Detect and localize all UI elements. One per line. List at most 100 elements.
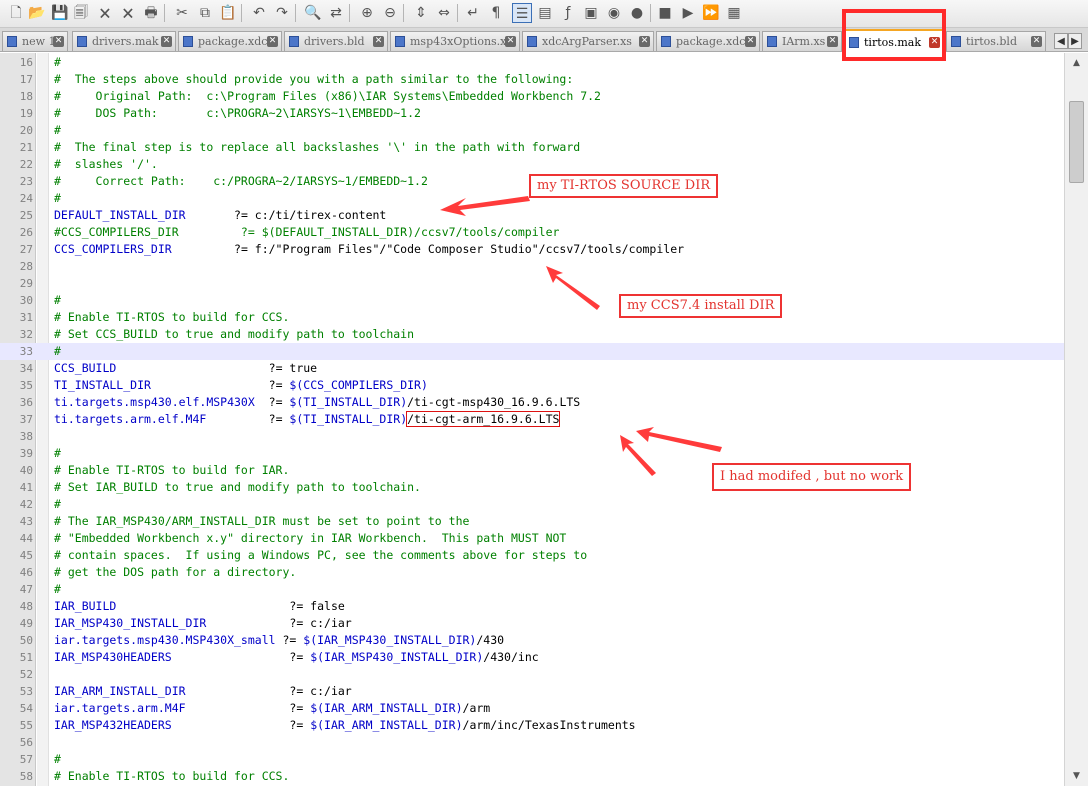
- code-line[interactable]: 51 IAR_MSP430HEADERS ?= $(IAR_MSP430_INST…: [0, 649, 1064, 666]
- zoom-out-icon[interactable]: ⊖: [380, 3, 400, 23]
- code-line[interactable]: 57 #: [0, 751, 1064, 768]
- doc-map-icon[interactable]: ▤: [535, 3, 555, 23]
- tab-close-icon[interactable]: ✕: [505, 36, 516, 47]
- undo-icon[interactable]: ↶: [249, 3, 269, 23]
- code-line[interactable]: 48 IAR_BUILD ?= false: [0, 598, 1064, 615]
- save-icon[interactable]: 💾: [50, 3, 70, 23]
- code-line[interactable]: 50 iar.targets.msp430.MSP430X_small ?= $(…: [0, 632, 1064, 649]
- code-line[interactable]: 46 # get the DOS path for a directory.: [0, 564, 1064, 581]
- cut-icon[interactable]: ✂: [172, 3, 192, 23]
- code-line[interactable]: 36 ti.targets.msp430.elf.MSP430X ?= $(TI_…: [0, 394, 1064, 411]
- code-line[interactable]: 22 # slashes '/'.: [0, 156, 1064, 173]
- monitoring-icon[interactable]: ◉: [604, 3, 624, 23]
- tab-drivers-bld[interactable]: drivers.bld ✕: [284, 31, 388, 51]
- code-line[interactable]: 44 # "Embedded Workbench x.y" directory i…: [0, 530, 1064, 547]
- code-line[interactable]: 28: [0, 258, 1064, 275]
- code-line[interactable]: 49 IAR_MSP430_INSTALL_DIR ?= c:/iar: [0, 615, 1064, 632]
- line-number: 37: [19, 413, 33, 426]
- code-line[interactable]: 58 # Enable TI-RTOS to build for CCS.: [0, 768, 1064, 785]
- close-icon[interactable]: 🗙: [95, 3, 115, 23]
- code-line[interactable]: 29: [0, 275, 1064, 292]
- redo-icon[interactable]: ↷: [272, 3, 292, 23]
- code-line[interactable]: 39 #: [0, 445, 1064, 462]
- code-line[interactable]: 30 #: [0, 292, 1064, 309]
- vertical-scrollbar[interactable]: ▲ ▼: [1064, 53, 1088, 786]
- code-line[interactable]: 37 ti.targets.arm.elf.M4F ?= $(TI_INSTALL…: [0, 411, 1064, 428]
- run-macro-multiple-icon[interactable]: ⏩: [701, 3, 721, 23]
- tab-close-icon[interactable]: ✕: [373, 36, 384, 47]
- tab-new-1[interactable]: new 1 ✕: [2, 31, 68, 51]
- scroll-up-arrow-icon[interactable]: ▲: [1068, 55, 1085, 71]
- tab-close-icon[interactable]: ✕: [745, 36, 756, 47]
- tab-scroll-left-button[interactable]: ◀: [1054, 33, 1068, 49]
- tab-close-icon[interactable]: ✕: [267, 36, 278, 47]
- paste-icon[interactable]: 📋: [218, 3, 238, 23]
- copy-icon[interactable]: ⧉: [195, 3, 215, 23]
- tab-xdcargparser-xs[interactable]: xdcArgParser.xs ✕: [522, 31, 654, 51]
- code-line[interactable]: 25 DEFAULT_INSTALL_DIR ?= c:/ti/tirex-con…: [0, 207, 1064, 224]
- sync-horizontal-icon[interactable]: ⇔: [434, 3, 454, 23]
- sync-vertical-icon[interactable]: ⇕: [411, 3, 431, 23]
- tab-iarm-xs[interactable]: IArm.xs ✕: [762, 31, 842, 51]
- value-text: ?= c:/iar: [289, 616, 352, 630]
- code-line[interactable]: 32 # Set CCS_BUILD to true and modify pat…: [0, 326, 1064, 343]
- open-file-icon[interactable]: 📂: [27, 3, 47, 23]
- code-line[interactable]: 17 # The steps above should provide you w…: [0, 71, 1064, 88]
- zoom-in-icon[interactable]: ⊕: [357, 3, 377, 23]
- code-line[interactable]: 55 IAR_MSP432HEADERS ?= $(IAR_ARM_INSTALL…: [0, 717, 1064, 734]
- code-line[interactable]: 53 IAR_ARM_INSTALL_DIR ?= c:/iar: [0, 683, 1064, 700]
- word-wrap-icon[interactable]: ↵: [463, 3, 483, 23]
- tab-scroll-right-button[interactable]: ▶: [1068, 33, 1082, 49]
- line-code: #: [54, 445, 61, 462]
- stop-macro-icon[interactable]: ■: [655, 3, 675, 23]
- code-line[interactable]: 33 #: [0, 343, 1064, 360]
- tab-label: IArm.xs: [782, 35, 826, 48]
- scroll-down-arrow-icon[interactable]: ▼: [1068, 768, 1085, 784]
- tab-package-xdc[interactable]: package.xdc ✕: [178, 31, 282, 51]
- code-line[interactable]: 34 CCS_BUILD ?= true: [0, 360, 1064, 377]
- folder-workspace-icon[interactable]: ▣: [581, 3, 601, 23]
- code-line[interactable]: 21 # The final step is to replace all bac…: [0, 139, 1064, 156]
- variable-token: iar.targets.arm.M4F: [54, 701, 290, 715]
- tab-close-icon[interactable]: ✕: [161, 36, 172, 47]
- code-line[interactable]: 56: [0, 734, 1064, 751]
- find-icon[interactable]: 🔍: [303, 3, 323, 23]
- code-line[interactable]: 20 #: [0, 122, 1064, 139]
- code-line[interactable]: 42 #: [0, 496, 1064, 513]
- print-icon[interactable]: 🖶: [141, 3, 161, 23]
- code-line[interactable]: 52: [0, 666, 1064, 683]
- record-macro-icon[interactable]: ●: [627, 3, 647, 23]
- code-line[interactable]: 47 #: [0, 581, 1064, 598]
- save-macro-icon[interactable]: ▦: [724, 3, 744, 23]
- show-all-chars-icon[interactable]: ¶: [486, 3, 506, 23]
- new-file-icon[interactable]: 🗋: [6, 3, 26, 23]
- code-editor[interactable]: 16 #17 # The steps above should provide yo…: [0, 53, 1064, 786]
- play-macro-icon[interactable]: ▶: [678, 3, 698, 23]
- tab-close-icon[interactable]: ✕: [1031, 36, 1042, 47]
- tab-close-icon[interactable]: ✕: [639, 36, 650, 47]
- code-line[interactable]: 54 iar.targets.arm.M4F ?= $(IAR_ARM_INSTA…: [0, 700, 1064, 717]
- tab-drivers-mak[interactable]: drivers.mak ✕: [72, 31, 176, 51]
- tab-close-icon[interactable]: ✕: [53, 36, 64, 47]
- file-icon: [7, 36, 17, 47]
- close-all-icon[interactable]: 🗙: [118, 3, 138, 23]
- save-all-icon[interactable]: 🗐: [71, 3, 91, 23]
- tab-package-xdc[interactable]: package.xdc ✕: [656, 31, 760, 51]
- code-line[interactable]: 45 # contain spaces. If using a Windows P…: [0, 547, 1064, 564]
- tab-msp43xoptions-xs[interactable]: msp43xOptions.xs ✕: [390, 31, 520, 51]
- code-line[interactable]: 27 CCS_COMPILERS_DIR ?= f:/"Program Files…: [0, 241, 1064, 258]
- code-line[interactable]: 38: [0, 428, 1064, 445]
- indent-guide-icon[interactable]: ☰: [512, 3, 532, 23]
- scrollbar-thumb[interactable]: [1069, 101, 1084, 183]
- code-line[interactable]: 43 # The IAR_MSP430/ARM_INSTALL_DIR must …: [0, 513, 1064, 530]
- code-line[interactable]: 26 #CCS_COMPILERS_DIR ?= $(DEFAULT_INSTAL…: [0, 224, 1064, 241]
- code-line[interactable]: 31 # Enable TI-RTOS to build for CCS.: [0, 309, 1064, 326]
- replace-icon[interactable]: ⇄: [326, 3, 346, 23]
- code-line[interactable]: 18 # Original Path: c:\Program Files (x86…: [0, 88, 1064, 105]
- tab-close-icon[interactable]: ✕: [827, 36, 838, 47]
- function-list-icon[interactable]: ƒ: [558, 3, 578, 23]
- code-line[interactable]: 19 # DOS Path: c:\PROGRA~2\IARSYS~1\EMBED…: [0, 105, 1064, 122]
- tab-tirtos-bld[interactable]: tirtos.bld ✕: [946, 31, 1046, 51]
- code-line[interactable]: 35 TI_INSTALL_DIR ?= $(CCS_COMPILERS_DIR): [0, 377, 1064, 394]
- line-code: #: [54, 496, 61, 513]
